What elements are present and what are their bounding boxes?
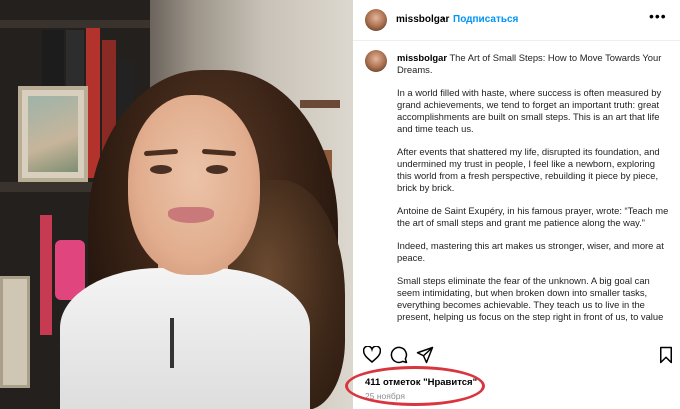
caption-paragraph: After events that shattered my life, dis… <box>397 146 660 193</box>
avatar[interactable] <box>365 9 387 31</box>
shelf-board <box>0 20 150 28</box>
eye <box>150 165 172 174</box>
caption-avatar[interactable] <box>365 50 387 72</box>
post-header: missbolgar • Подписаться ••• <box>353 0 680 41</box>
lips <box>168 207 214 223</box>
caption-paragraph: Small steps eliminate the fear of the un… <box>397 275 664 322</box>
book <box>86 28 100 178</box>
bookmark-icon[interactable] <box>659 346 673 364</box>
action-bar <box>353 344 680 366</box>
picture-frame <box>18 86 88 182</box>
comment-icon[interactable] <box>390 346 408 364</box>
post-details-panel: missbolgar • Подписаться ••• missbolgar … <box>353 0 680 409</box>
face <box>128 95 260 275</box>
highlight-circle <box>345 366 485 406</box>
share-icon[interactable] <box>416 346 434 364</box>
follow-button[interactable]: Подписаться <box>453 14 518 25</box>
caption-paragraph: Antoine de Saint Exupéry, in his famous … <box>397 205 669 228</box>
picture-frame <box>0 276 30 388</box>
post-caption: missbolgar The Art of Small Steps: How t… <box>397 52 669 338</box>
shirt <box>60 268 310 409</box>
eye <box>206 165 228 174</box>
more-options-icon[interactable]: ••• <box>649 8 667 24</box>
caption-paragraph: Indeed, mastering this art makes us stro… <box>397 240 664 263</box>
caption-username[interactable]: missbolgar <box>397 52 447 63</box>
post-photo[interactable] <box>0 0 353 409</box>
shelf-board <box>300 100 340 108</box>
separator-dot: • <box>442 14 446 25</box>
heart-icon[interactable] <box>363 346 381 363</box>
zipper <box>170 318 174 368</box>
caption-paragraph: In a world filled with haste, where succ… <box>397 87 662 134</box>
book <box>40 215 52 335</box>
